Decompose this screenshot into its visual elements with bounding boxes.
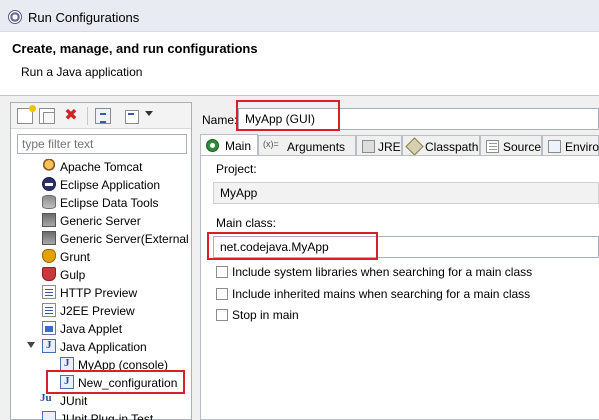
server-icon xyxy=(42,213,56,227)
tree-item-label: Java Applet xyxy=(60,322,123,336)
tree-item-junit-plugin-test[interactable]: JUnit Plug-in Test xyxy=(11,410,191,420)
include-system-libraries-checkbox[interactable]: Include system libraries when searching … xyxy=(216,265,596,281)
tab-label: Arguments xyxy=(287,140,346,154)
java-app-icon xyxy=(42,339,56,353)
window-title: Run Configurations xyxy=(28,10,140,25)
tree-item-label: Java Application xyxy=(60,340,147,354)
tree-item-label: Apache Tomcat xyxy=(60,160,143,174)
junit-icon xyxy=(42,411,56,420)
eclipse-icon xyxy=(42,177,56,191)
name-label: Name: xyxy=(202,113,238,127)
server-icon xyxy=(42,231,56,245)
tree-item-apache-tomcat[interactable]: Apache Tomcat xyxy=(11,158,191,176)
tree-item-label: JUnit xyxy=(60,394,88,408)
arguments-icon xyxy=(263,139,279,153)
main-class-label: Main class: xyxy=(216,216,277,230)
collapse-all-icon[interactable] xyxy=(125,108,141,124)
main-tab-icon xyxy=(206,139,219,152)
tree-item-label: Eclipse Data Tools xyxy=(60,196,159,210)
tab-label: Source xyxy=(503,140,542,154)
stop-in-main-checkbox[interactable]: Stop in main xyxy=(216,308,596,324)
junit-icon xyxy=(40,392,54,407)
tomcat-icon xyxy=(42,159,56,173)
include-inherited-mains-checkbox[interactable]: Include inherited mains when searching f… xyxy=(216,287,596,303)
tree-item-label: Generic Server(External l xyxy=(60,232,191,246)
tree-item-label: Generic Server xyxy=(60,214,141,228)
tab-environment[interactable]: Enviro xyxy=(542,135,599,156)
tree-item-gulp[interactable]: Gulp xyxy=(11,266,191,284)
tab-label: Enviro xyxy=(565,140,599,154)
applet-icon xyxy=(42,321,56,335)
tree-item-java-application[interactable]: Java Application xyxy=(11,338,191,356)
tree-item-http-preview[interactable]: HTTP Preview xyxy=(11,284,191,302)
tree-item-generic-server[interactable]: Generic Server xyxy=(11,212,191,230)
tree-item-junit[interactable]: JUnit xyxy=(11,392,191,410)
tab-main[interactable]: Main xyxy=(200,134,258,156)
java-app-icon xyxy=(60,357,74,371)
dialog-header: Create, manage, and run configurations R… xyxy=(0,32,599,96)
tab-label: Main xyxy=(225,139,252,153)
http-preview-icon xyxy=(42,285,56,299)
checkbox-box[interactable] xyxy=(216,266,228,278)
delete-configuration-icon[interactable]: ✖ xyxy=(63,108,79,124)
tree-item-label: HTTP Preview xyxy=(60,286,138,300)
classpath-icon xyxy=(405,137,424,156)
tab-source[interactable]: Source xyxy=(480,135,542,156)
tab-arguments[interactable]: Arguments xyxy=(258,135,356,156)
header-subtitle: Run a Java application xyxy=(21,65,143,79)
main-class-highlight xyxy=(207,232,378,260)
tree-item-j2ee-preview[interactable]: J2EE Preview xyxy=(11,302,191,320)
tree-item-label: Eclipse Application xyxy=(60,178,161,192)
tab-classpath[interactable]: Classpath xyxy=(402,135,480,156)
tab-label: Classpath xyxy=(425,140,479,154)
tree-item-label: Grunt xyxy=(60,250,91,264)
tree-item-java-applet[interactable]: Java Applet xyxy=(11,320,191,338)
gulp-icon xyxy=(42,267,56,281)
chevron-down-icon[interactable] xyxy=(27,342,35,348)
header-title: Create, manage, and run configurations xyxy=(12,41,258,56)
selected-item-highlight xyxy=(46,370,185,394)
grunt-icon xyxy=(42,249,56,263)
tree-item-grunt[interactable]: Grunt xyxy=(11,248,191,266)
title-bar: Run Configurations xyxy=(0,0,599,32)
filter-configurations-icon[interactable] xyxy=(95,108,111,124)
tree-toolbar: ✖ xyxy=(11,103,191,129)
tree-item-label: Gulp xyxy=(60,268,86,282)
checkbox-label: Include inherited mains when searching f… xyxy=(232,287,531,301)
filter-input[interactable] xyxy=(17,134,187,154)
source-icon xyxy=(486,140,499,153)
checkbox-box[interactable] xyxy=(216,309,228,321)
duplicate-configuration-icon[interactable] xyxy=(39,108,55,124)
tab-label: JRE xyxy=(378,140,401,154)
tree-item-label: J2EE Preview xyxy=(60,304,135,318)
checkbox-label: Stop in main xyxy=(232,308,299,322)
jre-icon xyxy=(362,140,375,153)
eclipse-app-icon xyxy=(8,10,22,24)
project-label: Project: xyxy=(216,162,257,176)
tab-jre[interactable]: JRE xyxy=(356,135,402,156)
toolbar-divider xyxy=(87,107,88,125)
tree-item-eclipse-data-tools[interactable]: Eclipse Data Tools xyxy=(11,194,191,212)
tree-item-eclipse-application[interactable]: Eclipse Application xyxy=(11,176,191,194)
chevron-down-icon[interactable] xyxy=(145,111,153,116)
checkbox-label: Include system libraries when searching … xyxy=(232,265,533,279)
tree-item-generic-server-external[interactable]: Generic Server(External l xyxy=(11,230,191,248)
config-tabs: Main Arguments JRE Classpath Source Envi… xyxy=(200,134,599,156)
project-field[interactable]: MyApp xyxy=(213,182,599,204)
new-configuration-icon[interactable] xyxy=(17,105,36,124)
j2ee-preview-icon xyxy=(42,303,56,317)
database-icon xyxy=(42,195,56,209)
checkbox-box[interactable] xyxy=(216,288,228,300)
environment-icon xyxy=(548,140,561,153)
tree-item-label: JUnit Plug-in Test xyxy=(60,412,154,420)
name-field-highlight xyxy=(236,100,340,131)
